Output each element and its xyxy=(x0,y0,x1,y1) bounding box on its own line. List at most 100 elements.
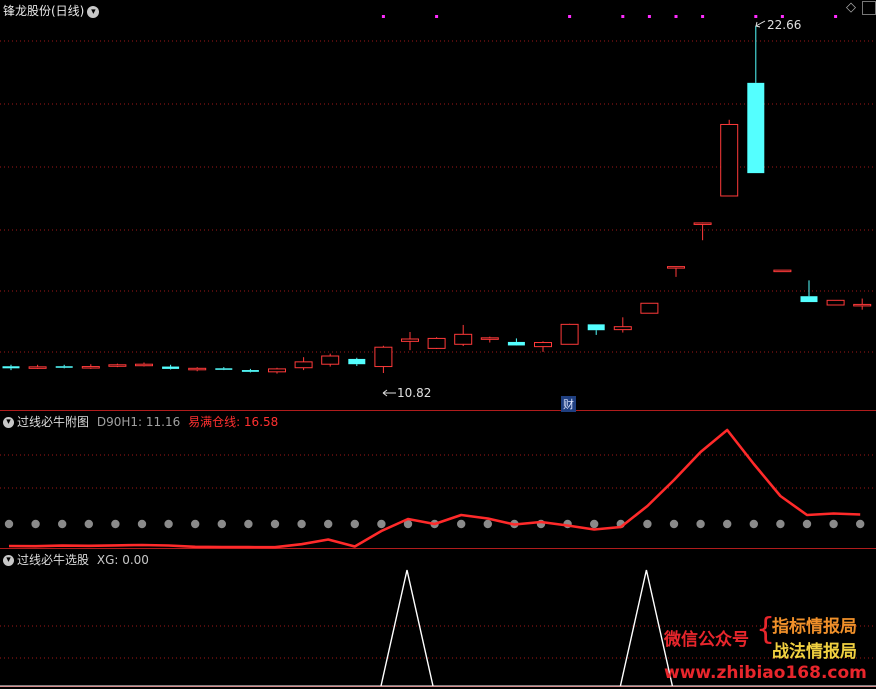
candle xyxy=(640,302,659,314)
candle xyxy=(454,324,473,347)
d90h1-dot xyxy=(31,519,40,529)
xg-title: 过线必牛选股 xyxy=(17,553,90,567)
d90h1-dot xyxy=(111,519,120,529)
low-arrow xyxy=(382,389,396,397)
candle xyxy=(294,357,313,371)
d90h1-dot xyxy=(191,519,200,529)
chevron-down-icon[interactable]: ▾ xyxy=(3,417,14,428)
candle-body xyxy=(480,337,499,340)
candle-body xyxy=(401,338,419,342)
candle xyxy=(374,345,393,373)
d90h1-dot xyxy=(669,519,679,529)
high-price-label: 22.66 xyxy=(767,18,802,32)
candle-body xyxy=(534,342,552,348)
low-price-label: 10.82 xyxy=(397,386,432,400)
d90h1-dot xyxy=(696,519,705,529)
candle xyxy=(321,353,340,367)
signal-dot xyxy=(621,15,625,18)
d90h1-dot xyxy=(749,519,758,529)
candle-body xyxy=(188,367,207,371)
d90h1-dot xyxy=(377,519,386,529)
d90h1-dot xyxy=(137,519,147,529)
candle xyxy=(348,357,366,366)
d90h1-dot xyxy=(4,519,14,529)
candle-body xyxy=(55,366,73,368)
candle-body xyxy=(135,363,153,367)
indicator-pane[interactable] xyxy=(4,428,865,549)
indicator-header: ▾ 过线必牛附图 D90H1: 11.16 易满仓线: 16.58 xyxy=(3,413,278,430)
candle xyxy=(560,323,579,345)
signal-dot xyxy=(435,15,439,18)
d90h1-dot xyxy=(457,519,466,529)
candle-body xyxy=(826,299,845,306)
candle-body xyxy=(348,358,366,365)
signal-dot xyxy=(674,15,678,18)
candle xyxy=(747,26,765,174)
d90h1-dot xyxy=(324,519,333,529)
candle-body xyxy=(800,296,818,303)
candle xyxy=(268,367,286,374)
candle xyxy=(587,324,605,335)
candle-body xyxy=(720,123,739,197)
candle xyxy=(534,341,552,352)
indicator-title: 过线必牛附图 xyxy=(17,415,90,429)
chart-canvas[interactable] xyxy=(0,0,876,689)
watermark-wechat: 微信公众号 xyxy=(664,630,749,650)
candle-body xyxy=(294,361,313,369)
watermark-url: www.zhibiao168.com xyxy=(664,663,867,683)
candle-body xyxy=(747,82,765,174)
d90h1-dot xyxy=(829,519,838,529)
candle xyxy=(108,363,127,368)
candle-body xyxy=(2,366,20,369)
candle xyxy=(507,338,525,346)
candle-body xyxy=(162,366,180,369)
candle-body xyxy=(560,323,579,345)
candle-body xyxy=(374,346,393,368)
d90h1-dot xyxy=(297,519,306,529)
candle-body xyxy=(268,368,286,373)
candle xyxy=(826,299,845,306)
diamond-icon[interactable]: ◇ xyxy=(846,0,856,15)
candle-body xyxy=(613,326,632,331)
d90h1-dot xyxy=(58,519,67,529)
price-candle-pane[interactable] xyxy=(2,15,872,397)
watermark-line1: 指标情报局 xyxy=(772,617,857,637)
candle xyxy=(135,362,153,367)
candle-body xyxy=(427,337,446,349)
stock-title: 锋龙股份(日线) xyxy=(3,4,85,18)
window-box-icon[interactable] xyxy=(862,1,876,15)
candle xyxy=(241,368,259,373)
candle-body xyxy=(693,222,712,225)
d90h1-dot xyxy=(723,519,732,529)
xg-header: ▾ 过线必牛选股 XG: 0.00 xyxy=(3,551,149,568)
candle xyxy=(720,119,739,197)
candle xyxy=(773,269,792,273)
news-badge[interactable]: 财 xyxy=(561,396,576,412)
high-arrow xyxy=(755,20,766,28)
d90h1-dot xyxy=(776,519,785,529)
d90h1-dot xyxy=(84,519,94,529)
candle-body xyxy=(215,368,233,370)
d90h1-label: D90H1: 11.16 xyxy=(96,415,181,429)
candle xyxy=(480,336,499,343)
main-header: 锋龙股份(日线) ▾ xyxy=(3,2,100,19)
signal-dot xyxy=(834,15,838,18)
candle-body xyxy=(773,269,792,273)
chevron-down-icon[interactable]: ▾ xyxy=(3,555,14,566)
d90h1-dot xyxy=(350,519,359,529)
d90h1-dot xyxy=(802,519,812,529)
d90h1-dot xyxy=(643,519,652,529)
candle xyxy=(613,317,632,333)
candle-body xyxy=(667,266,685,269)
candle xyxy=(853,298,872,310)
signal-dot xyxy=(647,15,651,18)
candle xyxy=(188,367,207,372)
watermark-line2: 战法情报局 xyxy=(772,642,857,662)
candle-body xyxy=(507,341,525,346)
candle xyxy=(667,266,685,277)
xg-signal-spike xyxy=(380,569,434,687)
xg-value-label: XG: 0.00 xyxy=(96,553,149,567)
candle xyxy=(81,364,100,369)
candle-body xyxy=(28,366,47,369)
chevron-down-icon[interactable]: ▾ xyxy=(87,5,100,18)
